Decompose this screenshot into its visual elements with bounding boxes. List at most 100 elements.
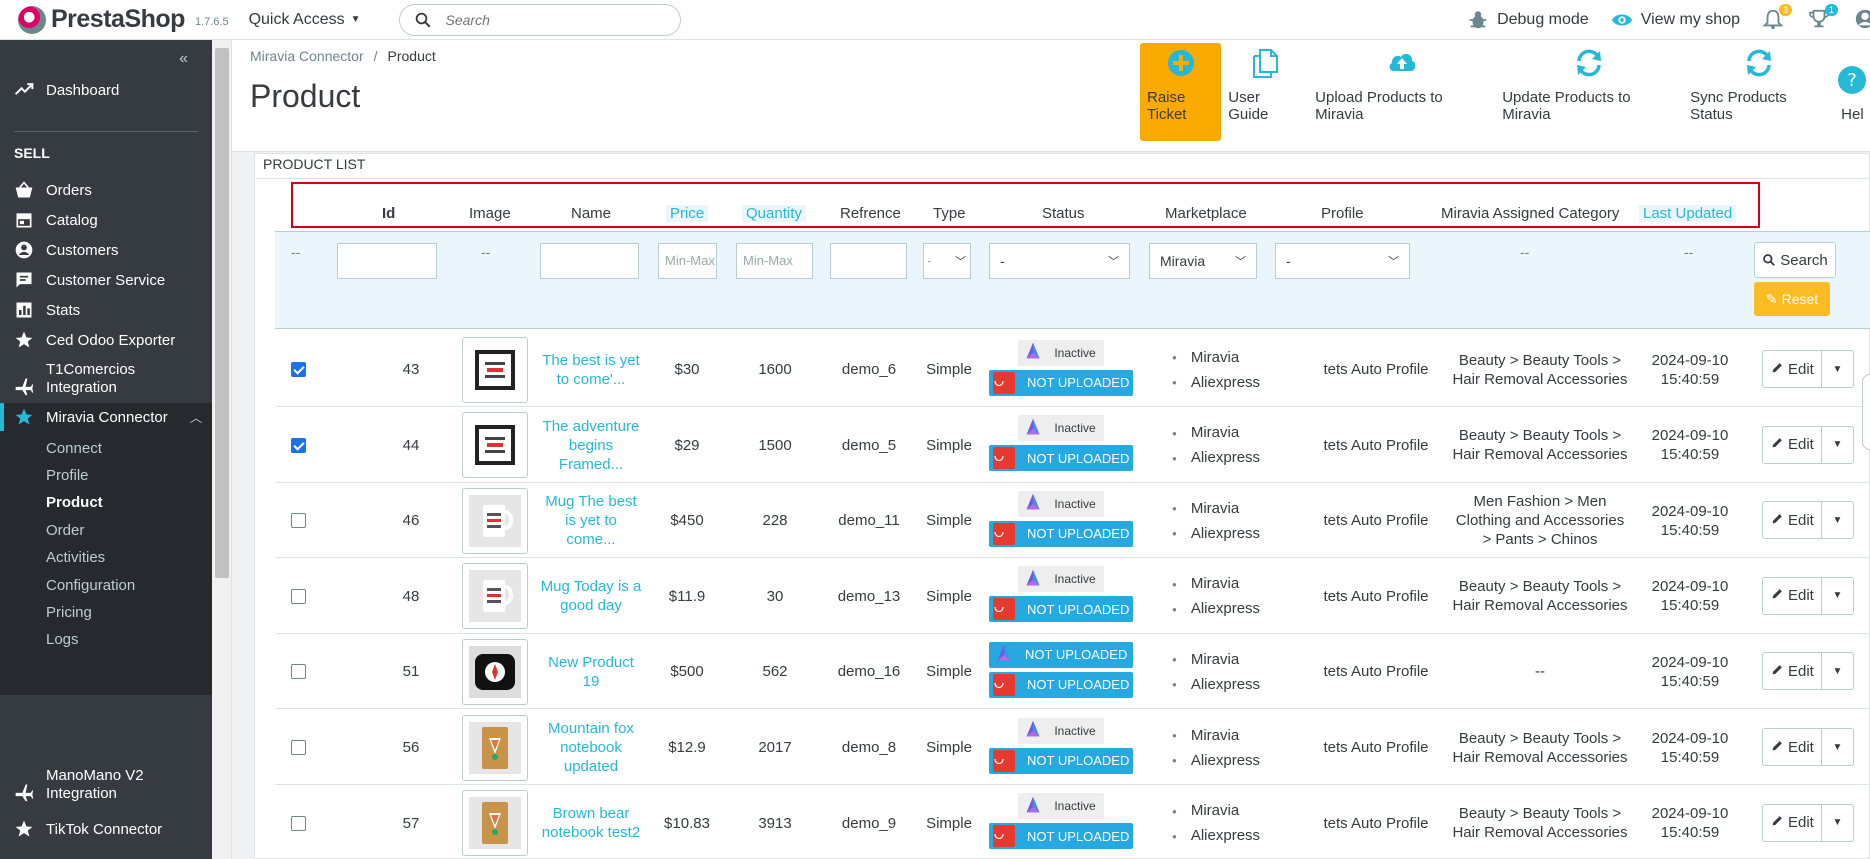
quick-access-dropdown[interactable]: Quick Access ▼ xyxy=(249,11,361,29)
edit-dropdown-toggle[interactable]: ▼ xyxy=(1821,729,1853,765)
product-name-link[interactable]: Mountain fox notebook updated xyxy=(539,719,643,776)
search-button[interactable]: Search xyxy=(1754,242,1836,278)
sync-status-button[interactable]: Sync Products Status xyxy=(1683,43,1835,141)
submenu-logs[interactable]: Logs xyxy=(46,631,79,648)
filter-dash: -- xyxy=(481,244,491,260)
sidebar-item-catalog[interactable]: Catalog xyxy=(0,208,212,232)
sidebar-item-orders[interactable]: Orders xyxy=(0,178,212,202)
page-scrollbar[interactable] xyxy=(212,40,232,859)
filter-status-select[interactable]: - ﹀ xyxy=(989,243,1130,279)
sidebar-item-manomano[interactable]: ManoMano V2 Integration xyxy=(0,764,212,806)
product-name-link[interactable]: The best is yet to come'... xyxy=(539,351,643,389)
notifications-button[interactable]: 3 xyxy=(1762,3,1792,33)
filter-marketplace-value: Miravia xyxy=(1160,253,1206,269)
refresh-icon xyxy=(1746,49,1771,77)
edit-button[interactable]: Edit xyxy=(1763,663,1821,680)
chat-icon xyxy=(16,272,32,288)
product-name-link[interactable]: Mug The best is yet to come... xyxy=(539,492,643,549)
edit-button[interactable]: Edit xyxy=(1763,587,1821,604)
row-checkbox[interactable] xyxy=(290,815,306,831)
row-checkbox[interactable] xyxy=(290,588,306,604)
search-icon xyxy=(415,12,430,27)
edit-button[interactable]: Edit xyxy=(1763,814,1821,831)
filter-id-input[interactable] xyxy=(337,243,437,279)
edit-button[interactable]: Edit xyxy=(1763,512,1821,529)
reset-button[interactable]: ✎ Reset xyxy=(1754,282,1830,316)
submenu-connect[interactable]: Connect xyxy=(46,440,102,457)
submenu-pricing[interactable]: Pricing xyxy=(46,604,92,621)
debug-mode-link[interactable]: Debug mode xyxy=(1467,9,1589,31)
prestashop-logo[interactable]: PrestaShop 1.7.6.5 xyxy=(18,5,229,34)
help-button[interactable]: ? Hel xyxy=(1835,43,1870,141)
submenu-profile[interactable]: Profile xyxy=(46,467,89,484)
raise-ticket-button[interactable]: Raise Ticket xyxy=(1140,43,1222,141)
account-button[interactable] xyxy=(1854,8,1870,33)
trophy-button[interactable]: 1 xyxy=(1808,3,1838,33)
sidebar-item-ced-odoo-exporter[interactable]: Ced Odoo Exporter xyxy=(0,328,212,352)
star-icon xyxy=(15,331,33,348)
edit-dropdown-toggle[interactable]: ▼ xyxy=(1821,577,1853,614)
edit-dropdown-toggle[interactable]: ▼ xyxy=(1821,804,1853,841)
edit-dropdown-toggle[interactable]: ▼ xyxy=(1821,351,1853,387)
row-checkbox[interactable] xyxy=(290,362,306,377)
row-checkbox[interactable] xyxy=(290,664,306,680)
filter-name-input[interactable] xyxy=(540,243,639,279)
row-checkbox[interactable] xyxy=(290,740,306,755)
refresh-icon xyxy=(1577,49,1602,77)
row-checkbox[interactable] xyxy=(290,437,306,453)
collapse-sidebar-icon[interactable]: « xyxy=(179,50,188,68)
product-category: Beauty > Beauty Tools > Hair Removal Acc… xyxy=(1452,729,1628,766)
product-name-link[interactable]: The adventure begins Framed... xyxy=(539,417,643,474)
submenu-product[interactable]: Product xyxy=(46,494,103,511)
sidebar-item-stats[interactable]: Stats xyxy=(0,298,212,322)
scrollbar-thumb[interactable] xyxy=(215,48,229,578)
product-name-link[interactable]: Brown bear notebook test2 xyxy=(539,804,643,842)
product-image-cell xyxy=(455,332,535,407)
submenu-order[interactable]: Order xyxy=(46,522,84,539)
filter-reference-input[interactable] xyxy=(830,243,907,279)
sidebar-item-label: Ced Odoo Exporter xyxy=(46,331,176,349)
side-panel-handle[interactable] xyxy=(1862,374,1870,450)
product-name-link[interactable]: Mug Today is a good day xyxy=(539,577,643,615)
search-input[interactable] xyxy=(445,11,646,28)
sidebar-item-tiktok[interactable]: TikTok Connector xyxy=(0,817,212,841)
filter-quantity-input[interactable]: Min-Max xyxy=(736,243,813,279)
table-row: 56 Mountain fox notebook updated $12.9 2017… xyxy=(275,710,1870,785)
view-shop-link[interactable]: View my shop xyxy=(1611,9,1740,31)
filter-type-select[interactable]: - ﹀ xyxy=(923,243,971,279)
edit-dropdown-toggle[interactable]: ▼ xyxy=(1821,426,1853,463)
edit-button-label: Edit xyxy=(1788,738,1814,756)
product-quantity: 1500 xyxy=(758,436,792,454)
table-row: 48 Mug Today is a good day $11.9 30 demo_13 S… xyxy=(275,559,1870,634)
search-icon xyxy=(1763,254,1776,266)
edit-button[interactable]: Edit xyxy=(1763,361,1821,378)
edit-dropdown-toggle[interactable]: ▼ xyxy=(1821,653,1853,690)
edit-button-group: Edit ▼ xyxy=(1762,652,1854,691)
submenu-configuration[interactable]: Configuration xyxy=(46,577,135,594)
edit-dropdown-toggle[interactable]: ▼ xyxy=(1821,502,1853,539)
submenu-activities[interactable]: Activities xyxy=(46,549,105,566)
miravia-status-badge: Inactive xyxy=(1018,339,1104,366)
filter-marketplace-select[interactable]: Miravia ﹀ xyxy=(1149,243,1257,279)
product-profile: tets Auto Profile xyxy=(1323,587,1429,605)
aliexpress-logo-icon xyxy=(993,598,1015,621)
row-checkbox[interactable] xyxy=(290,513,306,529)
filter-price-input[interactable]: Min-Max xyxy=(658,243,717,279)
update-products-button[interactable]: Update Products to Miravia xyxy=(1495,43,1683,141)
sidebar-item-t1comercios[interactable]: T1Comercios Integration xyxy=(0,358,212,400)
product-image xyxy=(469,645,521,698)
sidebar-item-dashboard[interactable]: Dashboard xyxy=(0,78,212,102)
sidebar-item-miravia-connector[interactable]: Miravia Connector ︿ xyxy=(0,403,212,431)
breadcrumb-parent[interactable]: Miravia Connector xyxy=(250,48,364,64)
user-guide-button[interactable]: User Guide xyxy=(1221,43,1308,141)
filter-profile-select[interactable]: - ﹀ xyxy=(1275,243,1410,279)
search-box[interactable] xyxy=(398,3,681,36)
sidebar-item-customer-service[interactable]: Customer Service xyxy=(0,268,212,292)
product-last-updated: 2024-09-10 15:40:59 xyxy=(1651,578,1729,615)
edit-button[interactable]: Edit xyxy=(1763,436,1821,453)
edit-button[interactable]: Edit xyxy=(1763,739,1821,756)
upload-products-button[interactable]: Upload Products to Miravia xyxy=(1308,43,1495,141)
product-reference: demo_5 xyxy=(841,436,897,454)
product-name-link[interactable]: New Product 19 xyxy=(539,653,643,691)
sidebar-item-customers[interactable]: Customers xyxy=(0,238,212,262)
